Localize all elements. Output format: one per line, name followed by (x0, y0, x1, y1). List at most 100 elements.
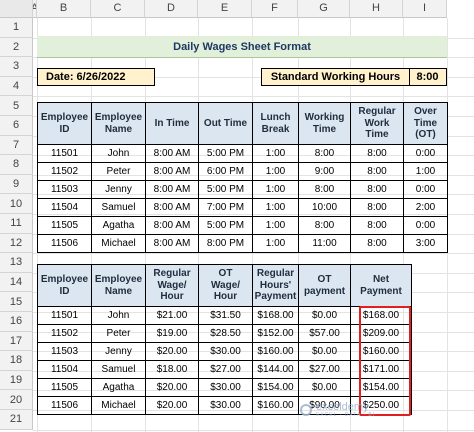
column-header-c[interactable]: C (91, 0, 145, 18)
time-table-cell[interactable]: 9:00 (298, 162, 351, 181)
time-table-header-cell[interactable]: Out Time (198, 102, 253, 145)
row-header-14[interactable]: 14 (0, 272, 33, 293)
time-table-cell[interactable]: 8:00 (350, 234, 404, 253)
payment-table-cell[interactable]: 11504 (37, 360, 92, 379)
column-header-b[interactable]: B (37, 0, 91, 18)
time-table-cell[interactable]: 8:00 AM (145, 234, 199, 253)
payment-table-cell[interactable]: $57.00 (298, 324, 351, 343)
time-table-header-cell[interactable]: Regular Work Time (350, 102, 404, 145)
column-header-e[interactable]: E (198, 0, 252, 18)
payment-table-cell[interactable]: $30.00 (198, 396, 253, 415)
row-header-21[interactable]: 21 (0, 410, 33, 430)
payment-table-cell[interactable]: $152.00 (252, 324, 299, 343)
payment-table-cell[interactable]: Michael (91, 396, 146, 415)
payment-table-cell[interactable]: $28.50 (198, 324, 253, 343)
row-header-10[interactable]: 10 (0, 194, 33, 214)
time-table-cell[interactable]: 1:00 (252, 144, 299, 163)
time-table-cell[interactable]: 1:00 (403, 162, 448, 181)
row-header-9[interactable]: 9 (0, 174, 33, 195)
payment-table-cell[interactable]: $171.00 (350, 360, 412, 379)
time-table-cell[interactable]: 0:00 (403, 144, 448, 163)
payment-table-cell[interactable]: Samuel (91, 360, 146, 379)
time-table-cell[interactable]: 0:00 (403, 216, 448, 235)
row-header-3[interactable]: 3 (0, 57, 33, 77)
payment-table-cell[interactable]: $20.00 (145, 378, 199, 397)
time-table-cell[interactable]: 5:00 PM (198, 144, 253, 163)
time-table-cell[interactable]: 8:00 AM (145, 180, 199, 199)
time-table-cell[interactable]: Agatha (91, 216, 146, 235)
time-table-cell[interactable]: 8:00 AM (145, 198, 199, 217)
time-table-cell[interactable]: 8:00 AM (145, 216, 199, 235)
payment-table-cell[interactable]: $20.00 (145, 396, 199, 415)
time-table-cell[interactable]: 1:00 (252, 216, 299, 235)
column-header-d[interactable]: D (145, 0, 198, 18)
row-header-16[interactable]: 16 (0, 312, 33, 332)
payment-table-cell[interactable]: John (91, 306, 146, 325)
payment-table-cell[interactable]: $0.00 (298, 342, 351, 361)
payment-table-header-cell[interactable]: Regular Hours' Payment (252, 264, 299, 307)
time-table-cell[interactable]: 1:00 (252, 198, 299, 217)
row-header-15[interactable]: 15 (0, 292, 33, 312)
row-header-2[interactable]: 2 (0, 37, 33, 58)
column-header-g[interactable]: G (298, 0, 350, 18)
time-table-cell[interactable]: 0:00 (403, 180, 448, 199)
time-table-cell[interactable]: 8:00 (350, 198, 404, 217)
row-header-8[interactable]: 8 (0, 155, 33, 175)
payment-table-header-cell[interactable]: Employee ID (37, 264, 92, 307)
time-table-cell[interactable]: 8:00 (298, 180, 351, 199)
payment-table-cell[interactable]: 11506 (37, 396, 92, 415)
sheet-title[interactable]: Daily Wages Sheet Format (37, 36, 447, 58)
payment-table-cell[interactable]: $160.00 (252, 342, 299, 361)
payment-table-cell[interactable]: $209.00 (350, 324, 412, 343)
column-header-f[interactable]: F (252, 0, 298, 18)
time-table-cell[interactable]: 8:00 AM (145, 144, 199, 163)
row-header-13[interactable]: 13 (0, 253, 33, 273)
time-table-cell[interactable]: 6:00 PM (198, 162, 253, 181)
time-table-cell[interactable]: 8:00 (298, 216, 351, 235)
payment-table-header-cell[interactable]: OT Wage/Hour (198, 264, 253, 307)
payment-table-cell[interactable]: $20.00 (145, 342, 199, 361)
time-table-cell[interactable]: 8:00 (350, 180, 404, 199)
time-table-cell[interactable]: 8:00 PM (198, 234, 253, 253)
payment-table-cell[interactable]: 11501 (37, 306, 92, 325)
row-header-1[interactable]: 1 (0, 18, 33, 38)
row-header-19[interactable]: 19 (0, 370, 33, 391)
payment-table-cell[interactable]: 11502 (37, 324, 92, 343)
time-table-header-cell[interactable]: Lunch Break (252, 102, 299, 145)
time-table-cell[interactable]: 1:00 (252, 162, 299, 181)
time-table-cell[interactable]: John (91, 144, 146, 163)
time-table-header-cell[interactable]: Employee ID (37, 102, 92, 145)
payment-table-cell[interactable]: $30.00 (198, 378, 253, 397)
time-table-cell[interactable]: Michael (91, 234, 146, 253)
payment-table-cell[interactable]: $27.00 (198, 360, 253, 379)
date-cell[interactable]: Date: 6/26/2022 (37, 68, 155, 86)
payment-table-cell[interactable]: $154.00 (350, 378, 412, 397)
payment-table-cell[interactable]: $144.00 (252, 360, 299, 379)
payment-table-cell[interactable]: $160.00 (350, 342, 412, 361)
payment-table-cell[interactable]: $31.50 (198, 306, 253, 325)
row-header-5[interactable]: 5 (0, 96, 33, 116)
row-header-17[interactable]: 17 (0, 331, 33, 352)
time-table-cell[interactable]: 11505 (37, 216, 92, 235)
time-table-cell[interactable]: 8:00 (350, 216, 404, 235)
row-header-12[interactable]: 12 (0, 233, 33, 254)
row-header-20[interactable]: 20 (0, 390, 33, 410)
payment-table-cell[interactable]: 11505 (37, 378, 92, 397)
time-table-header-cell[interactable]: Over Time (OT) (403, 102, 448, 145)
payment-table-header-cell[interactable]: Employee Name (91, 264, 146, 307)
payment-table-cell[interactable]: $0.00 (298, 378, 351, 397)
payment-table-header-cell[interactable]: OT payment (298, 264, 351, 307)
payment-table-header-cell[interactable]: Net Payment (350, 264, 412, 307)
time-table-cell[interactable]: 11501 (37, 144, 92, 163)
time-table-cell[interactable]: Peter (91, 162, 146, 181)
payment-table-cell[interactable]: $27.00 (298, 360, 351, 379)
payment-table-cell[interactable]: $30.00 (198, 342, 253, 361)
payment-table-cell[interactable]: $168.00 (350, 306, 412, 325)
time-table-cell[interactable]: 11:00 (298, 234, 351, 253)
time-table-header-cell[interactable]: Working Time (298, 102, 351, 145)
time-table-cell[interactable]: 8:00 (298, 144, 351, 163)
column-header-h[interactable]: H (350, 0, 403, 18)
time-table-cell[interactable]: 2:00 (403, 198, 448, 217)
row-header-18[interactable]: 18 (0, 351, 33, 371)
time-table-cell[interactable]: 11503 (37, 180, 92, 199)
